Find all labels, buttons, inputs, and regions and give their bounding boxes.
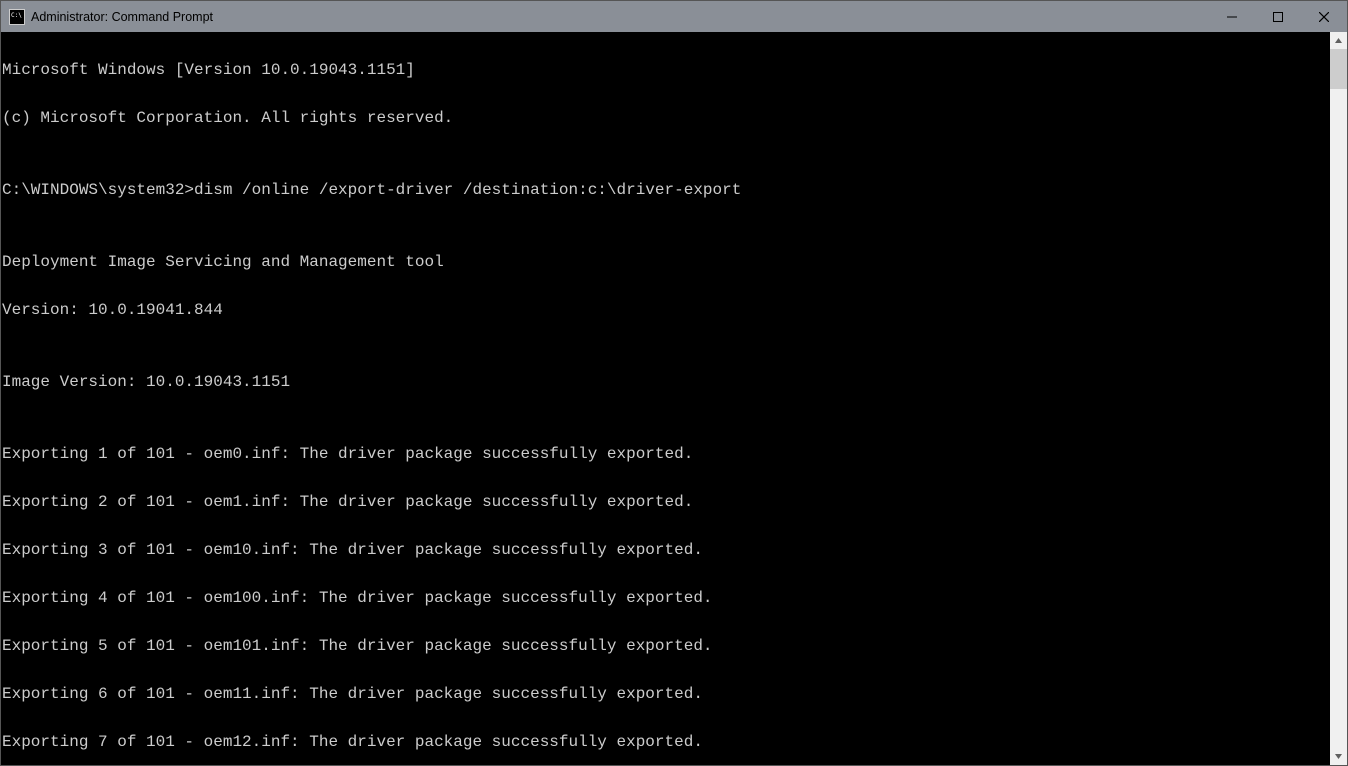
close-button[interactable]: [1301, 1, 1347, 32]
console-export-line: Exporting 2 of 101 - oem1.inf: The drive…: [2, 490, 1330, 514]
scrollbar-track[interactable]: [1330, 49, 1347, 748]
console-export-line: Exporting 3 of 101 - oem10.inf: The driv…: [2, 538, 1330, 562]
minimize-button[interactable]: [1209, 1, 1255, 32]
console-export-line: Exporting 7 of 101 - oem12.inf: The driv…: [2, 730, 1330, 754]
scroll-up-button[interactable]: [1330, 32, 1347, 49]
console-export-line: Exporting 4 of 101 - oem100.inf: The dri…: [2, 586, 1330, 610]
console-output[interactable]: Microsoft Windows [Version 10.0.19043.11…: [1, 32, 1330, 765]
console-line: Image Version: 10.0.19043.1151: [2, 370, 1330, 394]
console-line: Microsoft Windows [Version 10.0.19043.11…: [2, 58, 1330, 82]
console-export-line: Exporting 6 of 101 - oem11.inf: The driv…: [2, 682, 1330, 706]
client-area: Microsoft Windows [Version 10.0.19043.11…: [1, 32, 1347, 765]
svg-text:C:\: C:\: [11, 12, 22, 19]
titlebar[interactable]: C:\ Administrator: Command Prompt: [1, 1, 1347, 32]
maximize-button[interactable]: [1255, 1, 1301, 32]
console-prompt-line: C:\WINDOWS\system32>dism /online /export…: [2, 178, 1330, 202]
cmd-icon: C:\: [9, 9, 25, 25]
console-line: (c) Microsoft Corporation. All rights re…: [2, 106, 1330, 130]
scroll-down-button[interactable]: [1330, 748, 1347, 765]
console-line: Version: 10.0.19041.844: [2, 298, 1330, 322]
window-frame: C:\ Administrator: Command Prompt Micros…: [0, 0, 1348, 766]
vertical-scrollbar[interactable]: [1330, 32, 1347, 765]
console-export-line: Exporting 5 of 101 - oem101.inf: The dri…: [2, 634, 1330, 658]
console-export-line: Exporting 1 of 101 - oem0.inf: The drive…: [2, 442, 1330, 466]
scrollbar-thumb[interactable]: [1330, 49, 1347, 89]
window-title: Administrator: Command Prompt: [31, 10, 213, 24]
console-line: Deployment Image Servicing and Managemen…: [2, 250, 1330, 274]
